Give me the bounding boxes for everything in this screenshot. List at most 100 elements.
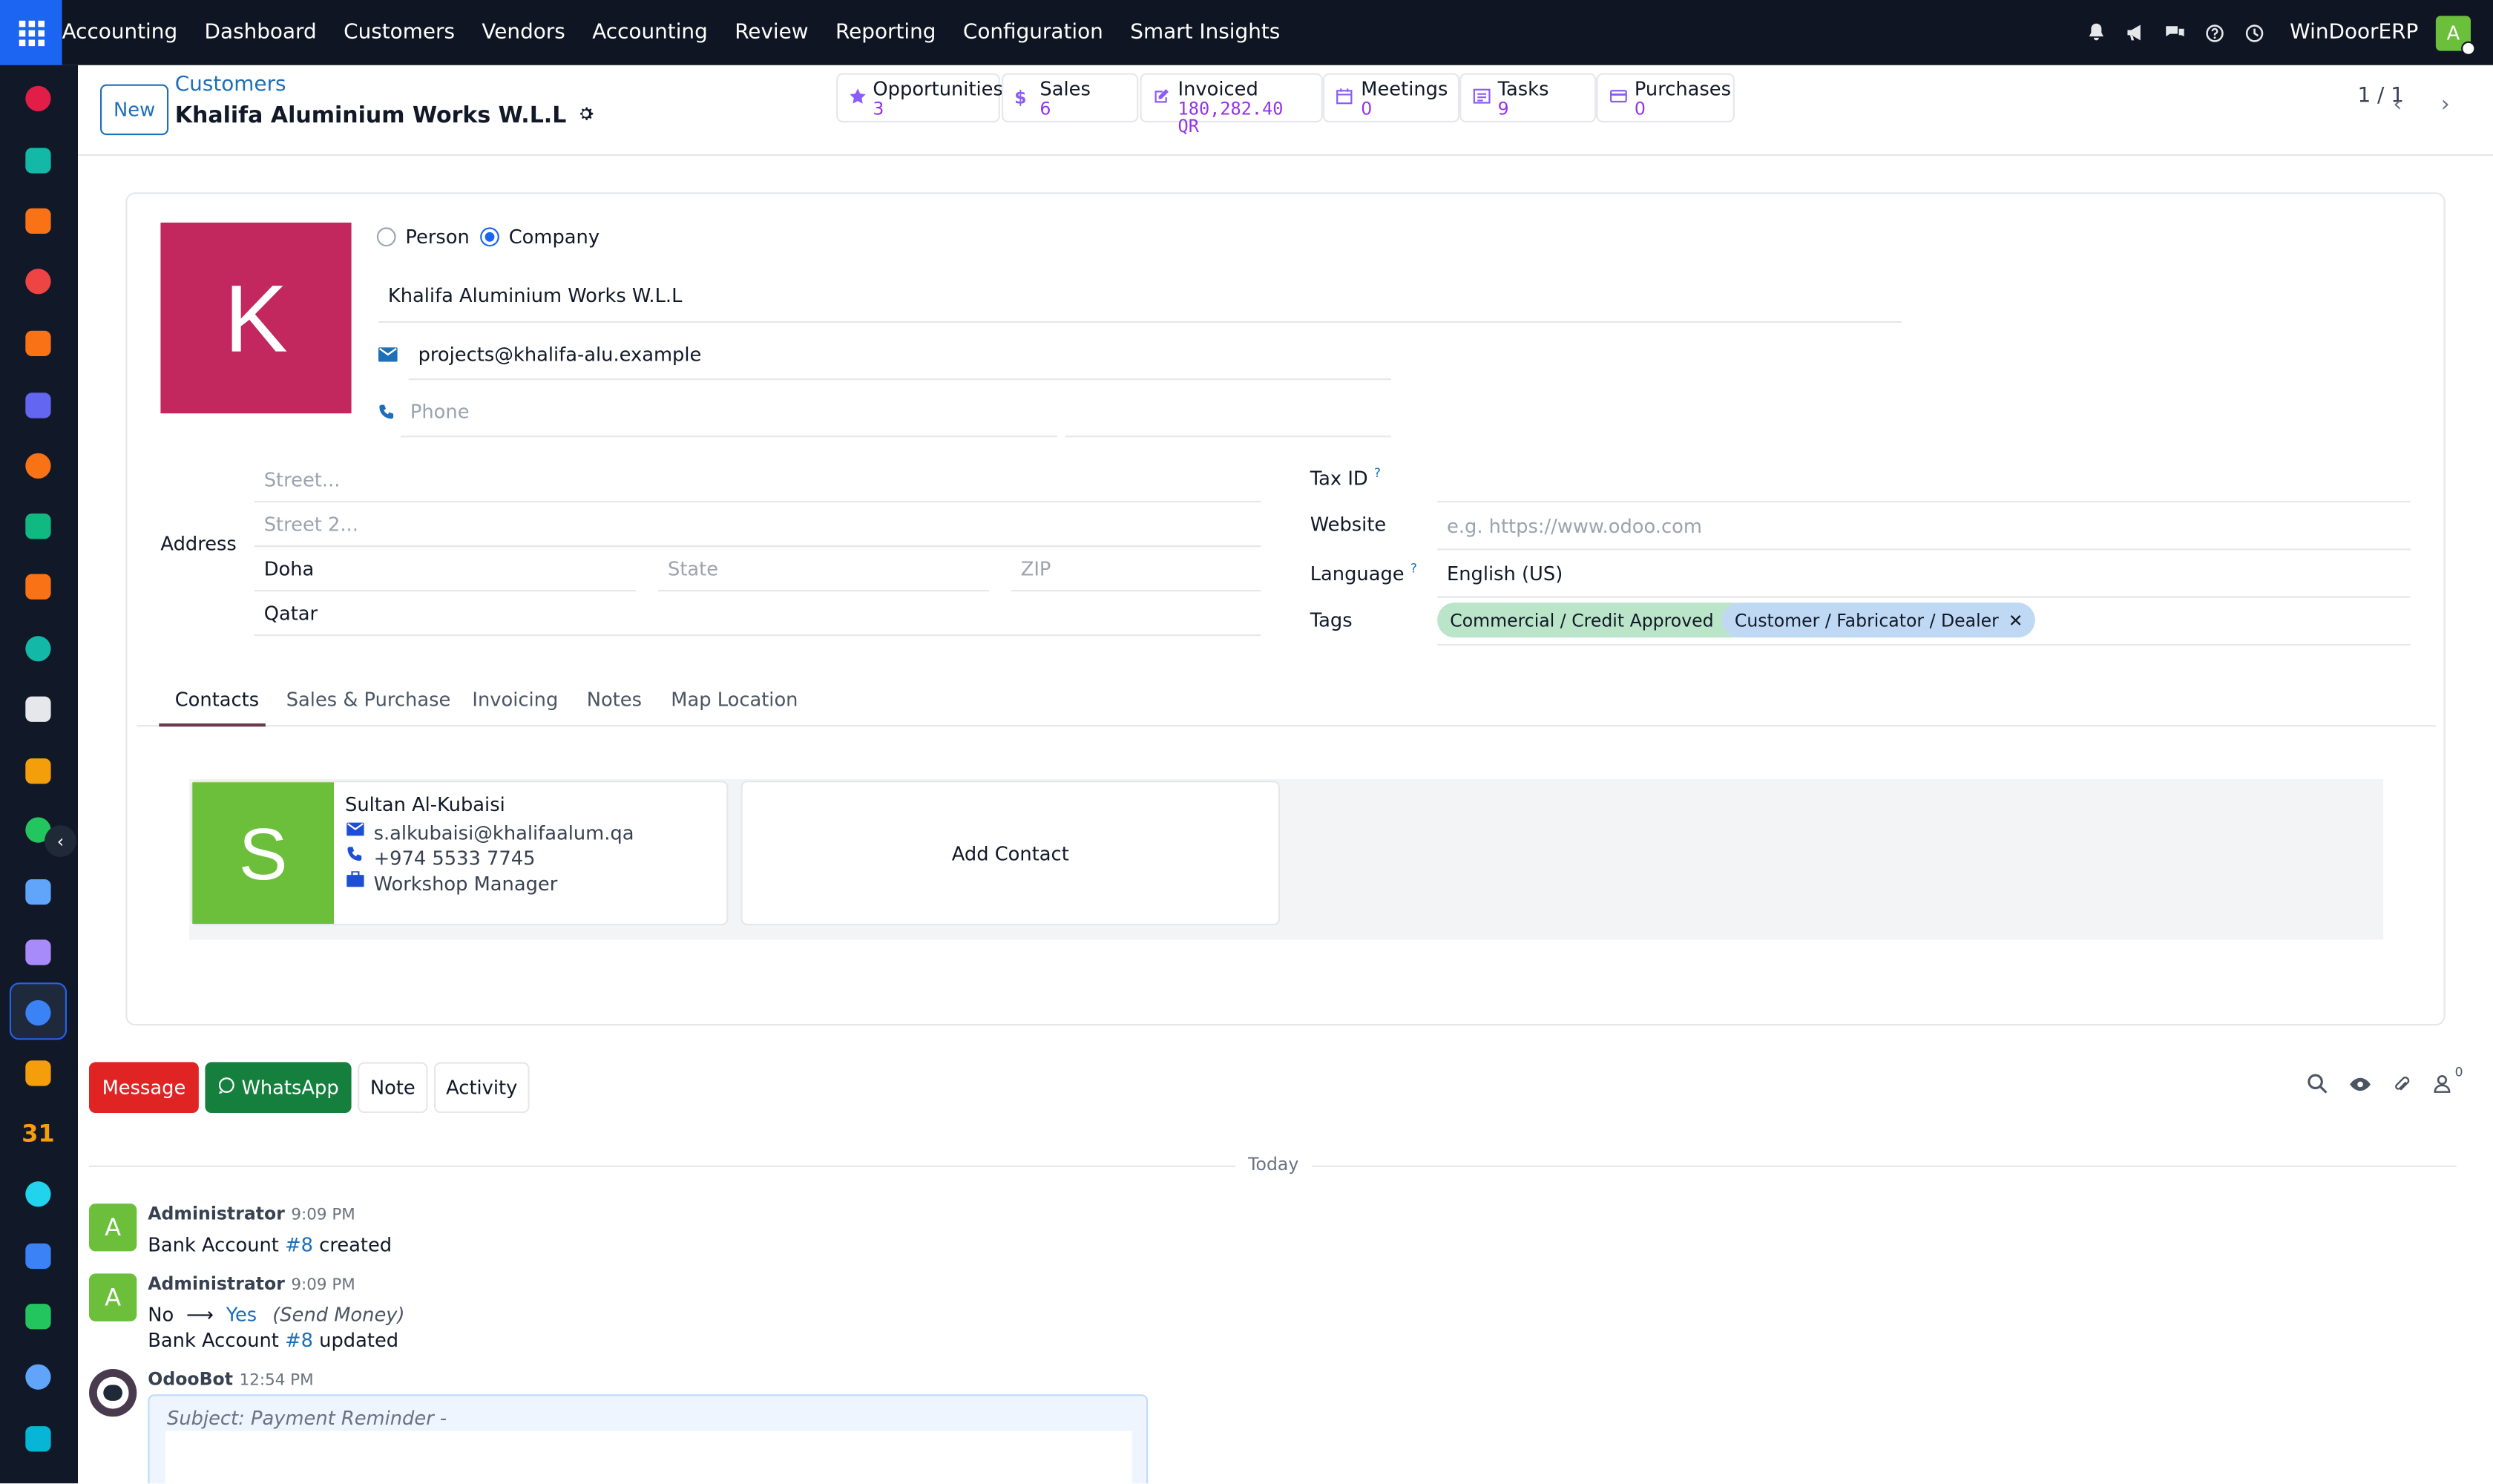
help-tooltip-icon[interactable]: ? bbox=[1410, 561, 1417, 575]
invoiced-smart-button[interactable]: Invoiced 180,282.40 QR bbox=[1140, 73, 1323, 135]
notebook-tabs: Contacts Sales & Purchase Invoicing Note… bbox=[137, 682, 2436, 727]
team-icon[interactable] bbox=[25, 1060, 51, 1086]
state-field[interactable]: State bbox=[658, 547, 989, 592]
odoobot-avatar bbox=[89, 1369, 137, 1417]
eye-icon[interactable] bbox=[2350, 1075, 2371, 1097]
tax-id-field[interactable] bbox=[1437, 455, 2411, 503]
website-field[interactable]: e.g. https://www.odoo.com bbox=[1437, 502, 2411, 551]
tab-contacts[interactable]: Contacts bbox=[175, 689, 259, 711]
crm-icon[interactable] bbox=[25, 513, 51, 539]
studio-icon[interactable] bbox=[25, 1243, 51, 1269]
apps-menu-button[interactable] bbox=[0, 0, 62, 65]
tasks-smart-button[interactable]: Tasks 9 bbox=[1459, 73, 1597, 122]
activity-button[interactable]: Activity bbox=[434, 1062, 530, 1113]
bank-account-link[interactable]: #8 bbox=[285, 1329, 313, 1351]
phone-field[interactable]: Phone bbox=[401, 387, 1057, 438]
help-icon[interactable] bbox=[2204, 22, 2226, 44]
user-avatar[interactable]: A bbox=[2435, 15, 2476, 55]
menu-accounting[interactable]: Accounting bbox=[592, 21, 708, 45]
purchases-smart-button[interactable]: Purchases 0 bbox=[1596, 73, 1735, 122]
app-brand[interactable]: Accounting bbox=[62, 21, 178, 45]
meetings-smart-button[interactable]: Meetings 0 bbox=[1322, 73, 1460, 122]
search-icon[interactable] bbox=[2307, 1073, 2328, 1098]
timesheets-icon[interactable] bbox=[25, 1364, 51, 1390]
menu-reporting[interactable]: Reporting bbox=[835, 21, 936, 45]
mobile-field[interactable] bbox=[1065, 387, 1391, 438]
tab-notes[interactable]: Notes bbox=[587, 689, 642, 711]
paperclip-icon[interactable] bbox=[2393, 1074, 2411, 1098]
sign-icon[interactable] bbox=[25, 1181, 51, 1207]
menu-smart-insights[interactable]: Smart Insights bbox=[1130, 21, 1280, 45]
knowledge-icon[interactable] bbox=[25, 879, 51, 905]
whatsapp-icon bbox=[217, 1077, 235, 1099]
pager-next-icon[interactable]: › bbox=[2425, 85, 2466, 126]
partner-avatar[interactable]: K bbox=[160, 223, 352, 414]
new-button[interactable]: New bbox=[100, 84, 169, 136]
radio-person-circle[interactable] bbox=[376, 227, 396, 247]
megaphone-icon[interactable] bbox=[2124, 22, 2147, 44]
bank-account-link[interactable]: #8 bbox=[285, 1234, 313, 1256]
radio-company-circle[interactable] bbox=[480, 227, 499, 247]
dashboards-icon[interactable] bbox=[25, 269, 51, 295]
contacts-icon[interactable] bbox=[25, 148, 51, 174]
smart-label: Sales bbox=[1039, 78, 1091, 100]
purchase-icon[interactable] bbox=[25, 939, 51, 965]
email-marketing-icon[interactable] bbox=[25, 393, 51, 418]
sales-icon[interactable] bbox=[25, 208, 51, 234]
smart-value: 180,282.40 QR bbox=[1177, 98, 1284, 137]
zip-field[interactable]: ZIP bbox=[1011, 547, 1261, 592]
breadcrumb-customers[interactable]: Customers bbox=[175, 73, 595, 97]
employees-icon[interactable] bbox=[25, 636, 51, 662]
documents-icon[interactable] bbox=[25, 85, 51, 111]
help-tooltip-icon[interactable]: ? bbox=[1374, 466, 1381, 480]
opportunities-smart-button[interactable]: Opportunities 3 bbox=[836, 73, 1003, 122]
gear-icon[interactable] bbox=[577, 103, 595, 128]
whatsapp-button[interactable]: WhatsApp bbox=[205, 1062, 352, 1113]
whatsapp-icon[interactable] bbox=[25, 1304, 51, 1330]
live-chat-icon[interactable] bbox=[25, 453, 51, 479]
invoicing-icon[interactable] bbox=[25, 999, 51, 1026]
pager-previous-icon[interactable]: ‹ bbox=[2377, 85, 2419, 126]
email-field[interactable]: projects@khalifa-alu.example bbox=[408, 331, 1391, 381]
add-contact-button[interactable]: Add Contact bbox=[740, 781, 1280, 926]
sidebar-collapse-icon[interactable]: ‹ bbox=[45, 825, 76, 857]
name-field[interactable]: Khalifa Aluminium Works W.L.L bbox=[378, 270, 1902, 323]
tag-remove-icon[interactable]: ✕ bbox=[2008, 610, 2023, 631]
user-initial: A bbox=[2446, 21, 2460, 44]
discuss-icon[interactable] bbox=[25, 330, 51, 356]
reporting-icon[interactable] bbox=[25, 574, 51, 600]
bell-icon[interactable] bbox=[2085, 22, 2107, 44]
website-icon[interactable] bbox=[25, 1426, 51, 1452]
radio-person[interactable]: Person bbox=[376, 226, 470, 248]
tab-sales-purchase[interactable]: Sales & Purchase bbox=[286, 689, 451, 711]
menu-vendors[interactable]: Vendors bbox=[482, 21, 565, 45]
calendar-icon[interactable]: 31 bbox=[22, 1117, 55, 1149]
street-field[interactable]: Street... bbox=[254, 458, 1261, 503]
menu-dashboard[interactable]: Dashboard bbox=[205, 21, 317, 45]
contact-card[interactable]: S Sultan Al-Kubaisi s.alkubaisi@khalifaa… bbox=[191, 781, 729, 926]
smart-value: 0 bbox=[1634, 98, 1646, 119]
clock-icon[interactable] bbox=[2244, 22, 2266, 44]
sales-smart-button[interactable]: $ Sales 6 bbox=[1002, 73, 1139, 122]
inventory-icon[interactable] bbox=[25, 696, 51, 722]
city-field[interactable]: Doha bbox=[254, 547, 637, 592]
presence-dot bbox=[2461, 40, 2476, 55]
menu-review[interactable]: Review bbox=[735, 21, 808, 45]
email-message-body: Subject: Payment Reminder - bbox=[148, 1394, 1149, 1484]
street2-field[interactable]: Street 2... bbox=[254, 502, 1261, 548]
followers-button[interactable]: 0 bbox=[2433, 1066, 2463, 1098]
menu-customers[interactable]: Customers bbox=[344, 21, 455, 45]
log-note-button[interactable]: Note bbox=[358, 1062, 428, 1113]
radio-company[interactable]: Company bbox=[480, 226, 600, 248]
tab-invoicing[interactable]: Invoicing bbox=[472, 689, 558, 711]
chatter-tools: 0 bbox=[2307, 1066, 2463, 1098]
chat-bubbles-icon[interactable] bbox=[2164, 22, 2187, 44]
country-field[interactable]: Qatar bbox=[254, 591, 1261, 637]
company-switcher[interactable]: WinDoorERP bbox=[2290, 21, 2418, 45]
menu-configuration[interactable]: Configuration bbox=[963, 21, 1103, 45]
language-field[interactable]: English (US) bbox=[1437, 550, 2411, 598]
tab-map-location[interactable]: Map Location bbox=[671, 689, 798, 711]
message-text-pre: Bank Account bbox=[148, 1233, 286, 1256]
send-message-button[interactable]: Message bbox=[89, 1062, 199, 1113]
expenses-icon[interactable] bbox=[25, 758, 51, 784]
